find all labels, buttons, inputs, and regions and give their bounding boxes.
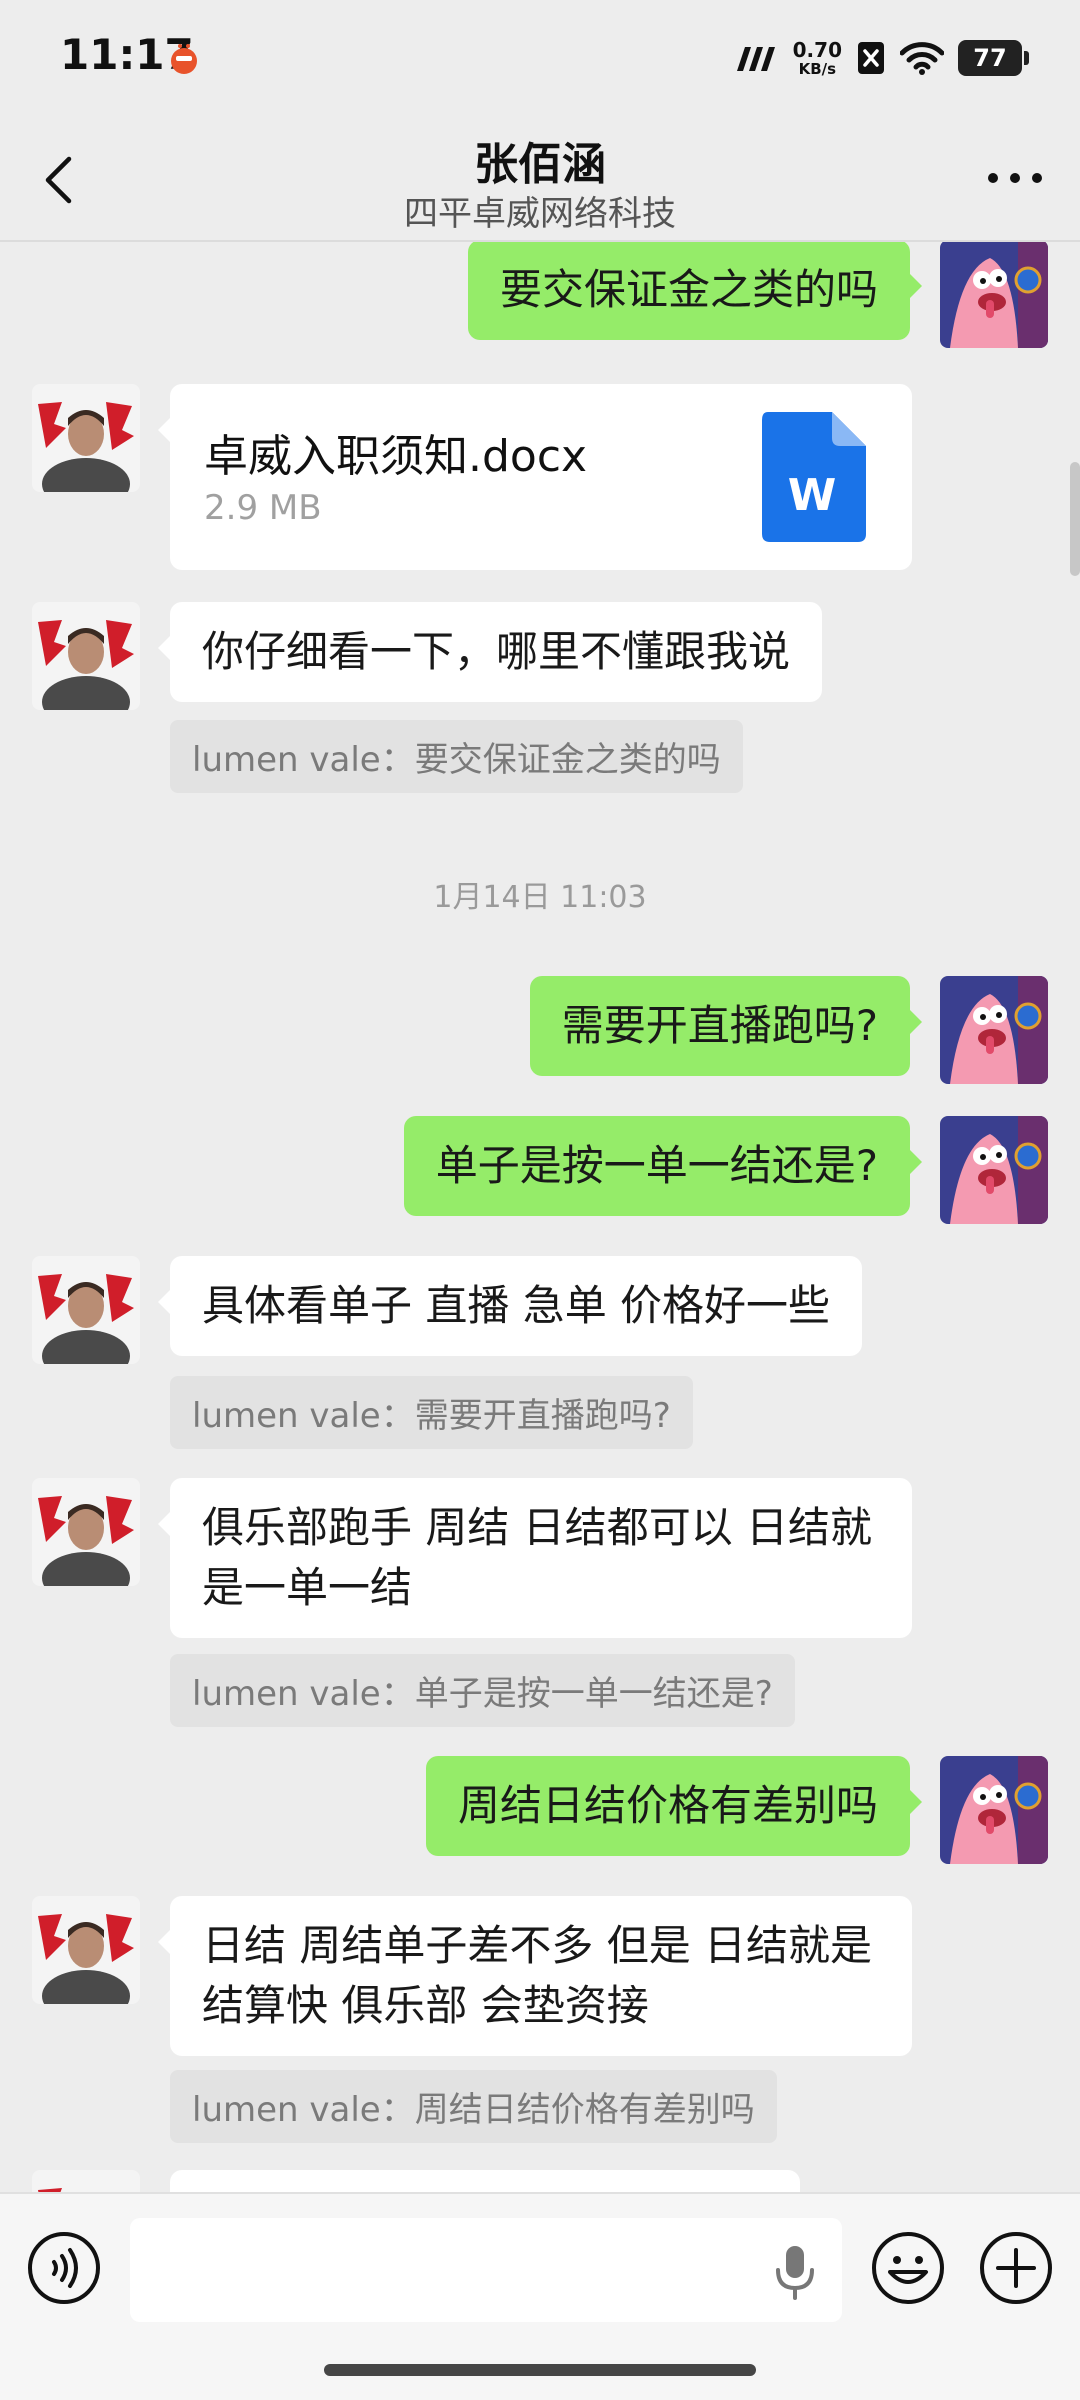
contact-avatar-image [32, 384, 140, 492]
quoted-reply[interactable]: lumen vale：单子是按一单一结还是? [170, 1654, 795, 1727]
voice-icon[interactable] [26, 2230, 102, 2306]
incoming-message[interactable]: 俱乐部跑手 周结 日结都可以 日结就是一单一结 [158, 1478, 912, 1638]
contact-avatar[interactable] [32, 2170, 140, 2192]
more-button[interactable] [980, 158, 1050, 198]
incoming-message[interactable]: 具体看单子 直播 急单 价格好一些 [157, 1256, 863, 1356]
chat-header: 张佰涵 四平卓威网络科技 [0, 118, 1080, 242]
outgoing-message[interactable]: 单子是按一单一结还是? [403, 1116, 923, 1216]
contact-avatar-image [32, 1256, 140, 1364]
quoted-reply[interactable]: lumen vale：需要开直播跑吗? [170, 1376, 693, 1449]
status-right: 0.70 KB/s 77 [735, 34, 1029, 82]
incoming-message[interactable]: 日结 周结单子差不多 但是 日结就是 结算快 俱乐部 会垫资接 [158, 1896, 912, 2056]
my-avatar[interactable] [940, 1756, 1048, 1864]
file-name: 卓威入职须知.docx [204, 431, 588, 482]
contact-avatar-image [32, 602, 140, 710]
contact-avatar[interactable] [32, 384, 140, 492]
net-speed-unit: KB/s [798, 59, 837, 78]
contact-avatar-image [32, 2170, 140, 2192]
file-message-card[interactable]: 卓威入职须知.docx 2.9 MB W [158, 384, 912, 570]
patrick-avatar-image [940, 976, 1048, 1084]
contact-avatar[interactable] [32, 1896, 140, 2004]
contact-avatar[interactable] [32, 1478, 140, 1586]
outgoing-message[interactable]: 需要开直播跑吗? [529, 976, 923, 1076]
patrick-avatar-image [940, 242, 1048, 348]
patrick-avatar-image [940, 1116, 1048, 1224]
battery-icon: 77 [958, 40, 1029, 76]
signal-icon [736, 47, 775, 71]
word-document-icon: W [762, 412, 866, 542]
contact-avatar[interactable] [32, 1256, 140, 1364]
my-avatar[interactable] [940, 1116, 1048, 1224]
quoted-reply[interactable]: lumen vale：周结日结价格有差别吗 [170, 2070, 777, 2143]
no-sim-icon [858, 42, 884, 74]
word-icon-letter: W [788, 470, 837, 521]
contact-name: 张佰涵 [474, 139, 606, 190]
my-avatar[interactable] [940, 976, 1048, 1084]
chat-message-list[interactable]: 要交保证金之类的吗 卓威入职须知.docx 2.9 MB W 你仔细看一下，哪里… [0, 242, 1080, 2192]
message-input[interactable] [130, 2218, 842, 2322]
network-speed: 0.70 KB/s [793, 40, 842, 77]
wifi-icon [900, 42, 944, 75]
outgoing-message[interactable]: 要交保证金之类的吗 [467, 242, 923, 340]
contact-avatar-image [32, 1478, 140, 1586]
patrick-avatar-image [940, 1756, 1048, 1864]
quoted-reply[interactable]: lumen vale：要交保证金之类的吗 [170, 720, 743, 793]
plus-icon[interactable] [978, 2230, 1054, 2306]
partial-incoming-message[interactable] [170, 2170, 800, 2192]
scrollbar-thumb[interactable] [1070, 462, 1080, 576]
app-notification-icon [171, 44, 197, 74]
more-icon [988, 173, 1042, 183]
home-indicator[interactable] [324, 2364, 756, 2376]
contact-company: 四平卓威网络科技 [404, 194, 676, 234]
microphone-icon[interactable] [770, 2242, 820, 2302]
outgoing-message[interactable]: 周结日结价格有差别吗 [425, 1756, 923, 1856]
net-speed-value: 0.70 [792, 37, 842, 62]
contact-avatar-image [32, 1896, 140, 2004]
timestamp-separator: 1月14日 11:03 [433, 880, 647, 915]
status-bar: 11:17 0.70 KB/s 77 [0, 0, 1080, 118]
incoming-message[interactable]: 你仔细看一下，哪里不懂跟我说 [157, 602, 823, 702]
file-size: 2.9 MB [204, 488, 322, 528]
emoji-icon[interactable] [870, 2230, 946, 2306]
my-avatar[interactable] [940, 242, 1048, 348]
contact-avatar[interactable] [32, 602, 140, 710]
